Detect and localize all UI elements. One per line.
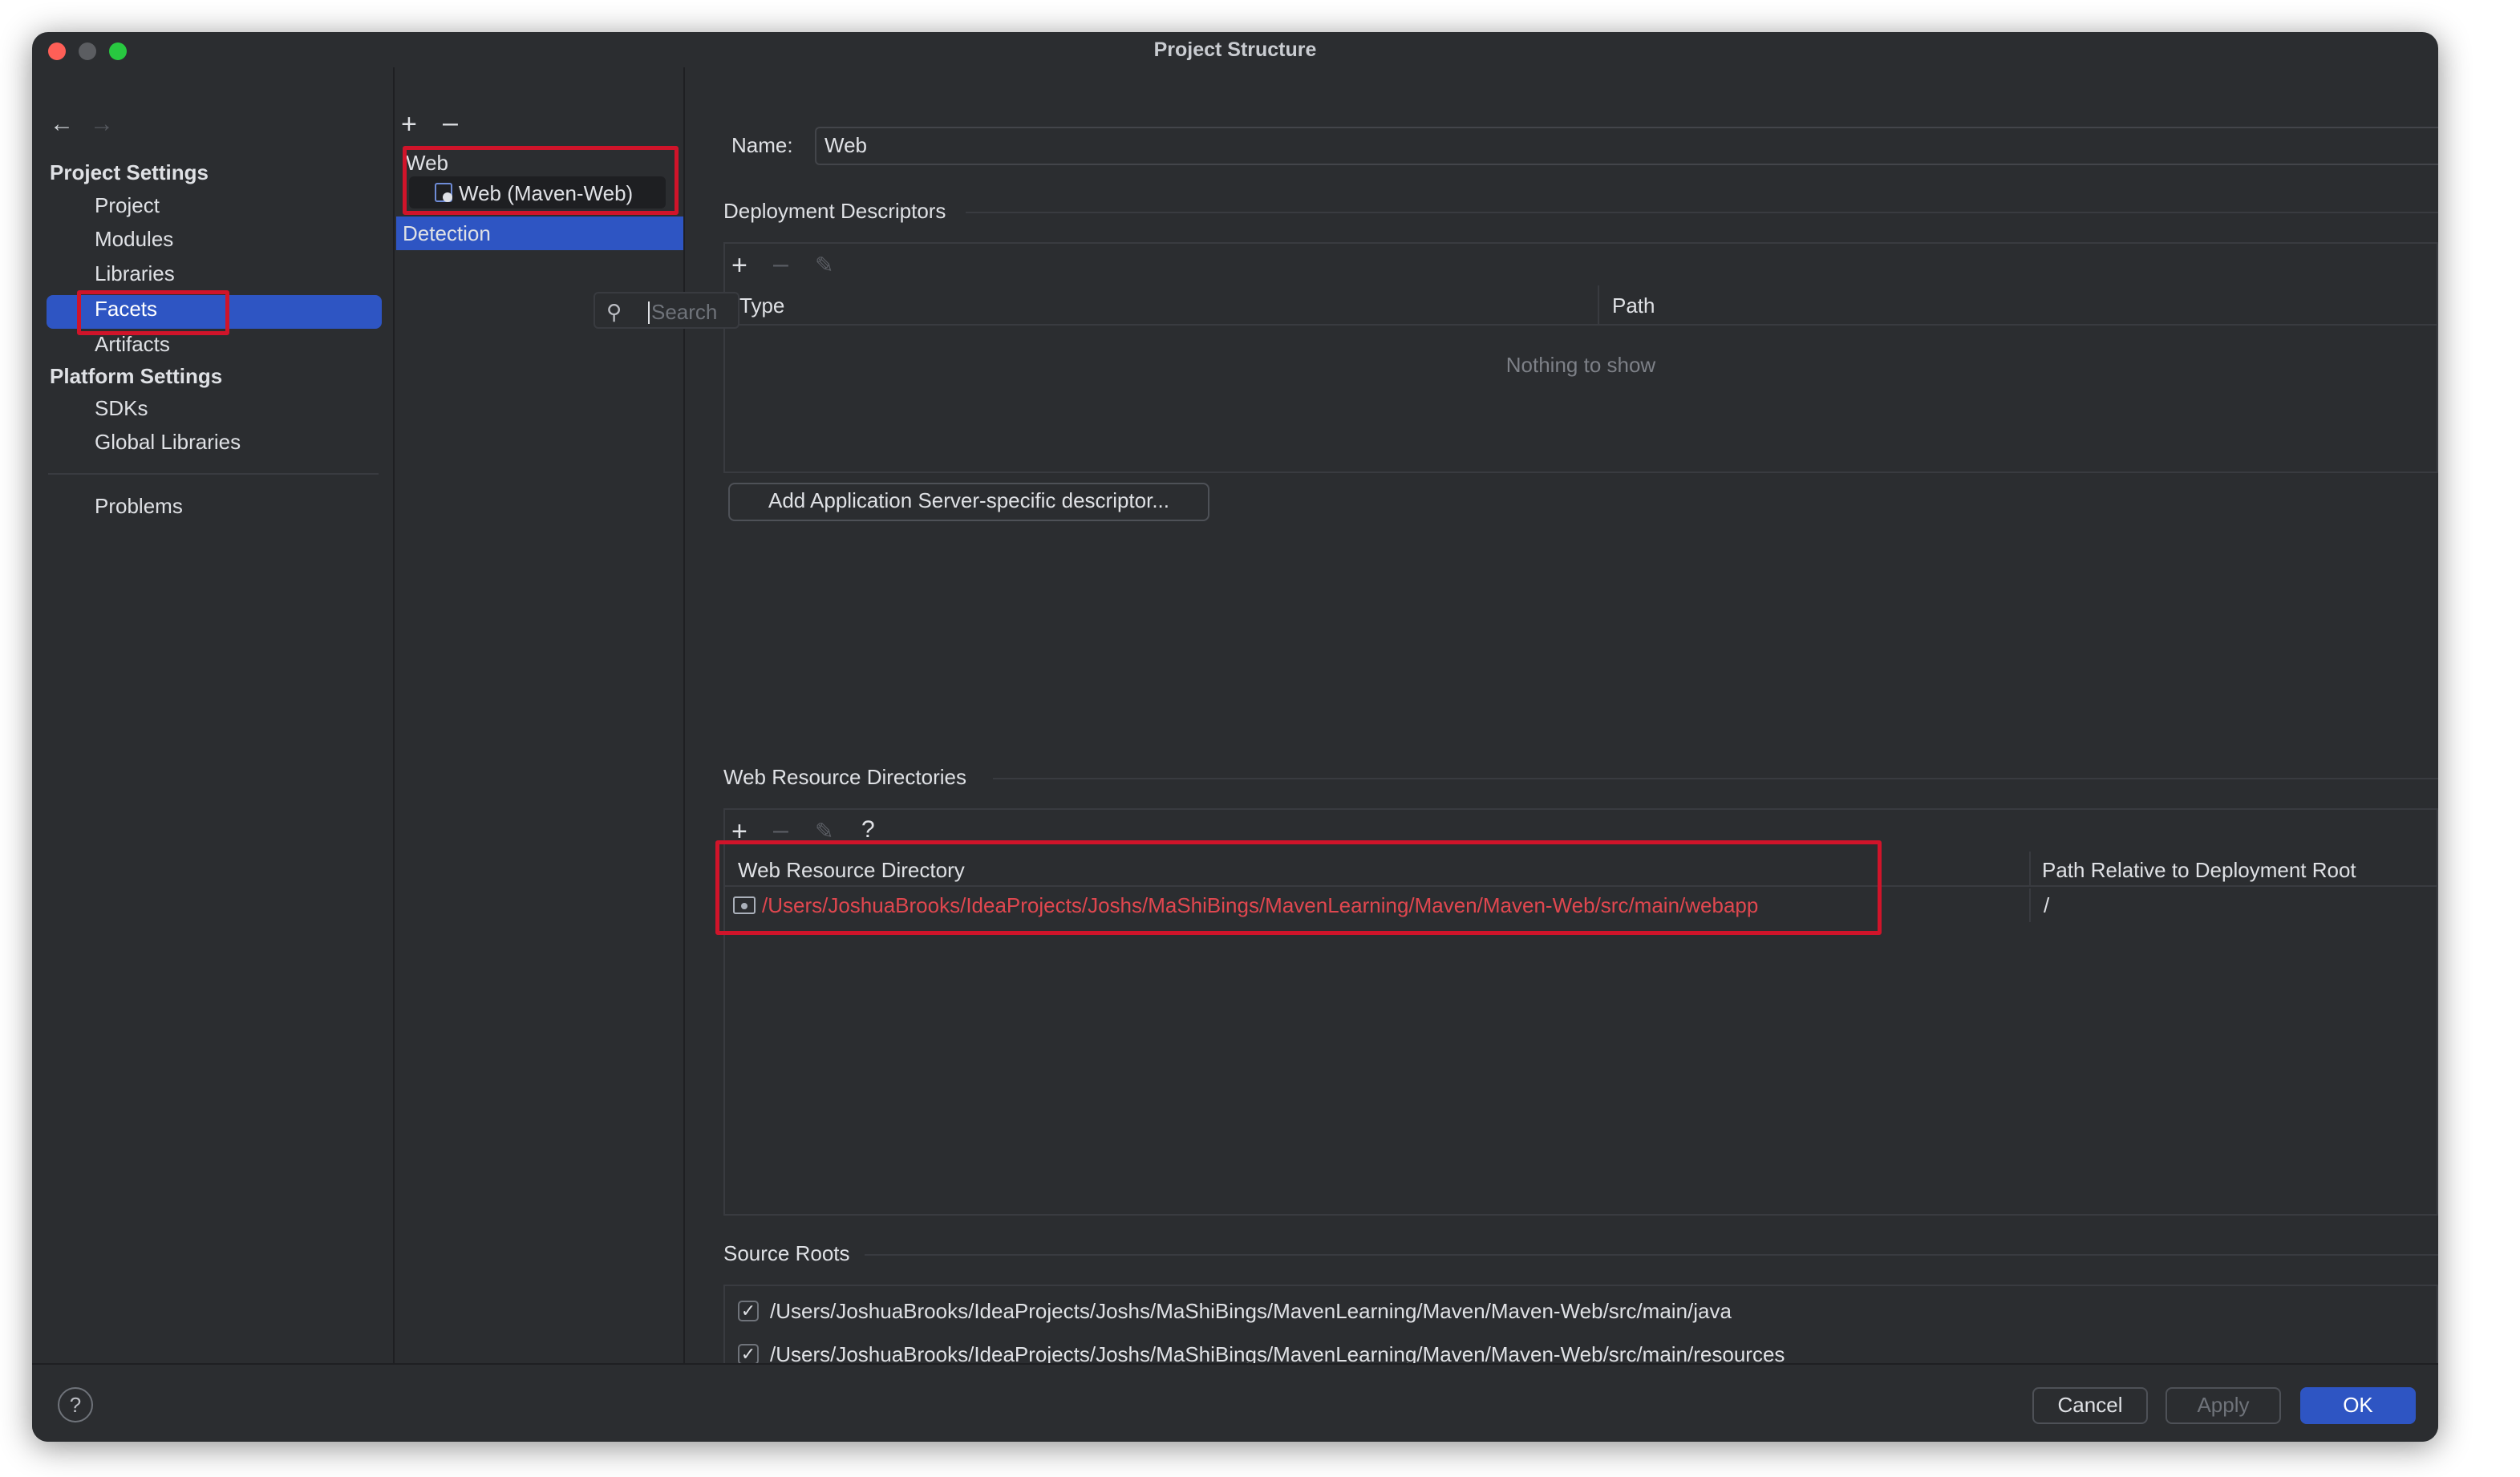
- source-root-checkbox[interactable]: ✓: [738, 1301, 759, 1321]
- add-facet-icon[interactable]: +: [401, 111, 417, 138]
- settings-sidebar: ← → Project Settings Project Modules Lib…: [32, 67, 395, 1398]
- add-descriptor-button[interactable]: Add Application Server-specific descript…: [728, 483, 1209, 521]
- relative-path-value: /: [2044, 893, 2050, 917]
- web-facet-highlight-box: [403, 146, 679, 215]
- deployment-descriptors-title: Deployment Descriptors: [723, 199, 946, 223]
- sidebar-item-sdks[interactable]: SDKs: [95, 396, 148, 421]
- ok-button[interactable]: OK: [2300, 1387, 2416, 1424]
- search-icon: ⚲: [606, 300, 622, 324]
- window-title: Project Structure: [1153, 38, 1317, 61]
- search-placeholder: Search: [651, 300, 718, 324]
- remove-descriptor-icon[interactable]: –: [773, 250, 788, 277]
- facet-details-panel: Name: Web Deployment Descriptors + – ✎ T…: [685, 67, 2438, 1398]
- tree-search-field[interactable]: ⚲ Search: [594, 292, 739, 329]
- column-type[interactable]: Type: [739, 293, 784, 318]
- project-structure-dialog: Project Structure ← → Project Settings P…: [32, 32, 2438, 1442]
- source-root-checkbox[interactable]: ✓: [738, 1344, 759, 1365]
- sidebar-item-modules[interactable]: Modules: [95, 227, 173, 252]
- column-path-relative[interactable]: Path Relative to Deployment Root: [2042, 858, 2356, 883]
- tree-item-detection-label: Detection: [403, 221, 491, 245]
- edit-descriptor-icon[interactable]: ✎: [815, 252, 833, 279]
- remove-web-resource-icon[interactable]: –: [773, 816, 788, 844]
- dialog-footer: ? Cancel Apply OK: [32, 1363, 2438, 1442]
- help-icon[interactable]: ?: [861, 816, 875, 844]
- platform-settings-header: Platform Settings: [50, 364, 223, 388]
- facet-tree-panel: + – Web Web (Maven-Web) Detection ⚲ Sear…: [396, 67, 739, 1398]
- list-item: ✓ /Users/JoshuaBrooks/IdeaProjects/Joshs…: [725, 1296, 2437, 1329]
- title-bar: Project Structure: [32, 32, 2438, 67]
- source-roots-title: Source Roots: [723, 1241, 850, 1265]
- cancel-button[interactable]: Cancel: [2032, 1387, 2148, 1424]
- help-button[interactable]: ?: [58, 1387, 93, 1422]
- add-descriptor-icon[interactable]: +: [731, 252, 747, 279]
- facet-name-input[interactable]: Web: [815, 127, 2438, 165]
- remove-facet-icon[interactable]: –: [443, 109, 458, 136]
- name-label: Name:: [731, 133, 793, 157]
- sidebar-divider: [48, 473, 379, 475]
- web-resource-highlight-box: [715, 840, 1882, 935]
- back-arrow-icon[interactable]: ←: [50, 111, 74, 138]
- sidebar-item-problems[interactable]: Problems: [95, 494, 183, 519]
- descriptor-header-row: Type Path: [725, 285, 2437, 326]
- facets-highlight-box: [77, 290, 229, 335]
- source-root-path: /Users/JoshuaBrooks/IdeaProjects/Joshs/M…: [770, 1299, 1732, 1323]
- column-path[interactable]: Path: [1612, 293, 1655, 318]
- forward-arrow-icon[interactable]: →: [90, 111, 114, 138]
- deployment-descriptors-separator: [966, 212, 2438, 213]
- sidebar-item-artifacts[interactable]: Artifacts: [95, 332, 170, 357]
- sidebar-item-global-libraries[interactable]: Global Libraries: [95, 430, 241, 455]
- source-roots-separator: [865, 1254, 2438, 1256]
- project-settings-header: Project Settings: [50, 160, 209, 184]
- deployment-descriptors-table: + – ✎ Type Path Nothing to show: [723, 242, 2438, 473]
- web-resource-separator: [993, 778, 2438, 779]
- sidebar-item-libraries[interactable]: Libraries: [95, 261, 175, 286]
- empty-table-text: Nothing to show: [1505, 353, 1656, 377]
- web-resource-directories-title: Web Resource Directories: [723, 765, 966, 789]
- tree-item-detection[interactable]: Detection: [396, 216, 683, 250]
- sidebar-item-project[interactable]: Project: [95, 193, 160, 218]
- apply-button[interactable]: Apply: [2165, 1387, 2281, 1424]
